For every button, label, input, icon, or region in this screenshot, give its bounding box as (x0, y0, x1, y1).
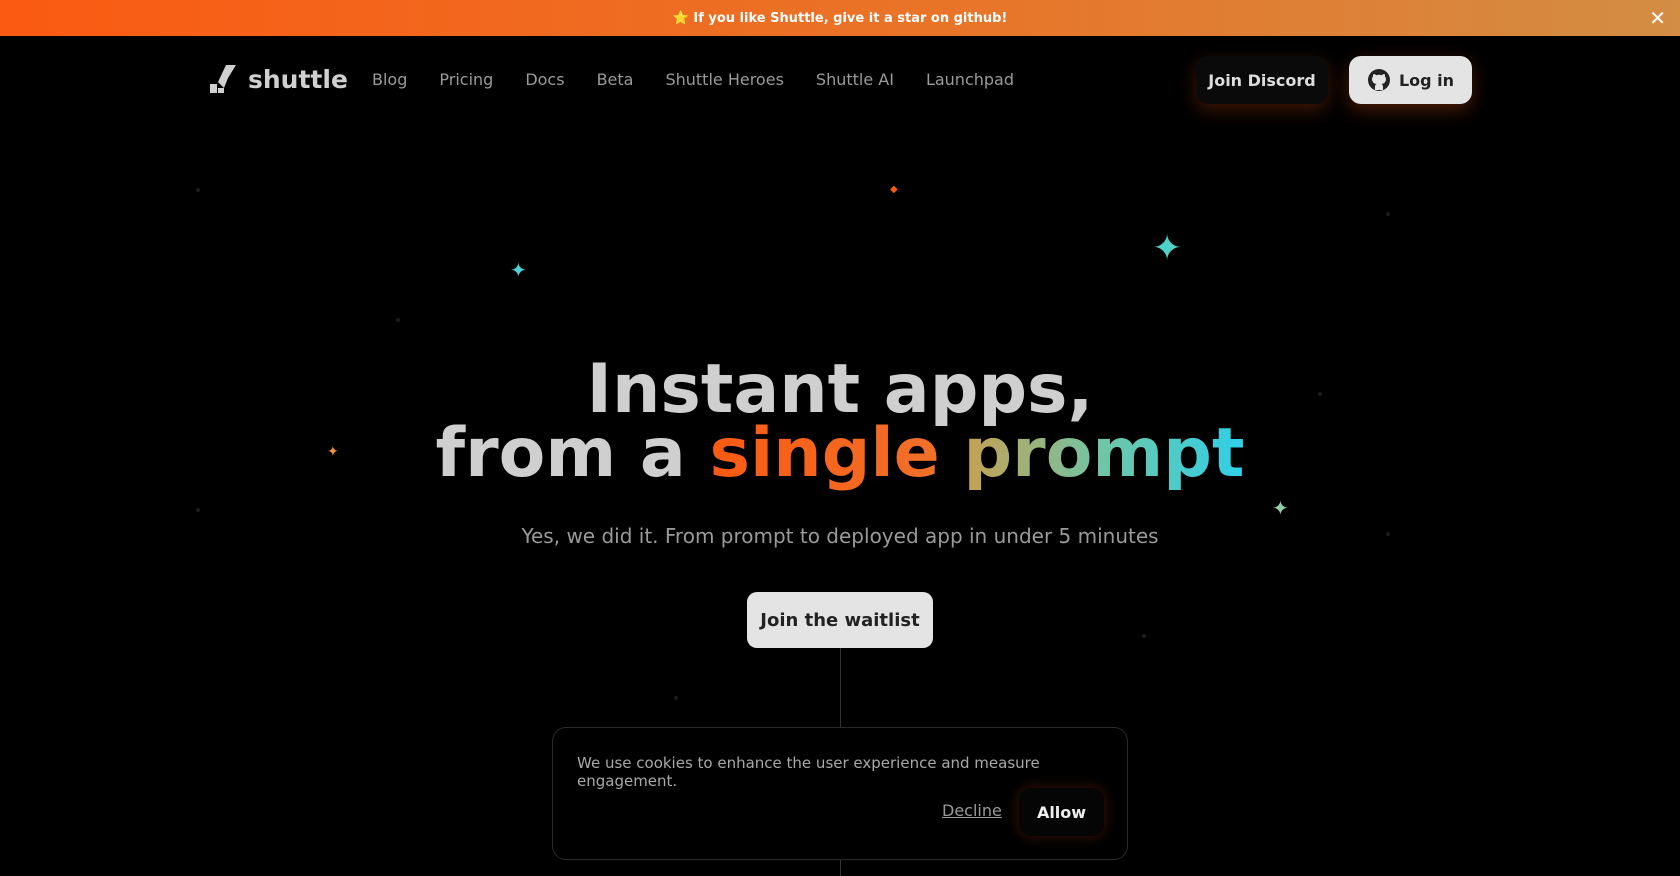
nav-pricing[interactable]: Pricing (439, 70, 493, 89)
decline-button[interactable]: Decline (942, 801, 1002, 820)
allow-button[interactable]: Allow (1019, 788, 1104, 836)
banner-text[interactable]: ⭐ If you like Shuttle, give it a star on… (673, 11, 1008, 26)
sparkle-icon: ✦ (510, 258, 527, 282)
login-button[interactable]: Log in (1349, 56, 1472, 104)
cookie-banner: We use cookies to enhance the user exper… (552, 727, 1128, 860)
github-star-banner[interactable]: ⭐ If you like Shuttle, give it a star on… (0, 0, 1680, 36)
hero-highlight-single: single (709, 414, 940, 493)
hero-line2a: from a (435, 414, 686, 493)
logo[interactable]: shuttle (208, 64, 348, 94)
rocket-icon (210, 65, 236, 93)
cookie-text: We use cookies to enhance the user exper… (577, 754, 1040, 790)
nav-shuttle-ai[interactable]: Shuttle AI (816, 70, 894, 89)
nav-beta[interactable]: Beta (597, 70, 634, 89)
nav-docs[interactable]: Docs (525, 70, 564, 89)
close-icon[interactable]: ✕ (1649, 6, 1666, 30)
nav-launchpad[interactable]: Launchpad (926, 70, 1014, 89)
github-icon (1367, 69, 1390, 91)
brand-name: shuttle (248, 64, 348, 94)
join-waitlist-button[interactable]: Join the waitlist (747, 592, 933, 648)
join-discord-button[interactable]: Join Discord (1196, 56, 1328, 104)
nav-blog[interactable]: Blog (372, 70, 407, 89)
login-label: Log in (1398, 70, 1455, 90)
hero-subtitle: Yes, we did it. From prompt to deployed … (521, 524, 1159, 548)
sparkle-icon: ◆ (890, 184, 898, 195)
sparkle-icon: ✦ (1152, 228, 1183, 269)
hero-highlight-prompt: prompt (963, 414, 1245, 493)
hero-heading: Instant apps, from a single prompt (0, 356, 1680, 488)
nav-shuttle-heroes[interactable]: Shuttle Heroes (665, 70, 783, 89)
top-nav: shuttle Blog Pricing Docs Beta Shuttle H… (0, 56, 1680, 104)
sparkle-icon: ✦ (1272, 496, 1289, 520)
